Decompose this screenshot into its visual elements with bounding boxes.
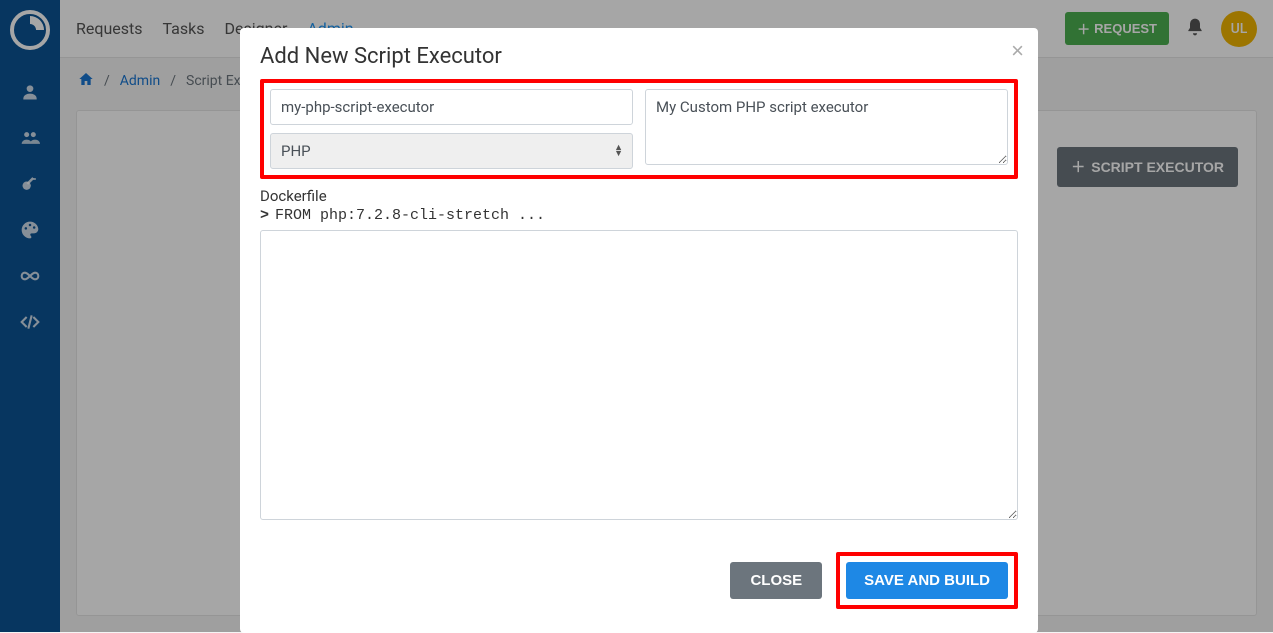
description-input[interactable] (645, 89, 1008, 165)
save-and-build-button[interactable]: SAVE AND BUILD (846, 562, 1008, 599)
modal-title: Add New Script Executor (260, 44, 1018, 69)
modal: Add New Script Executor × PHP ▲▼ Dockerf… (240, 28, 1038, 633)
dockerfile-preview[interactable]: > FROM php:7.2.8-cli-stretch ... (260, 207, 1018, 224)
executor-name-input[interactable] (270, 89, 633, 125)
highlighted-save: SAVE AND BUILD (836, 552, 1018, 609)
close-icon: × (1011, 38, 1024, 63)
modal-close-button[interactable]: × (1011, 38, 1024, 64)
highlighted-inputs: PHP ▲▼ (260, 79, 1018, 179)
config-textarea[interactable] (260, 230, 1018, 520)
language-select[interactable]: PHP (270, 133, 633, 169)
modal-footer: CLOSE SAVE AND BUILD (260, 552, 1018, 609)
dockerfile-label: Dockerfile (260, 187, 1018, 205)
dockerfile-preview-text: FROM php:7.2.8-cli-stretch ... (275, 207, 545, 224)
close-button[interactable]: CLOSE (730, 562, 822, 599)
chevron-right-icon: > (260, 207, 269, 224)
